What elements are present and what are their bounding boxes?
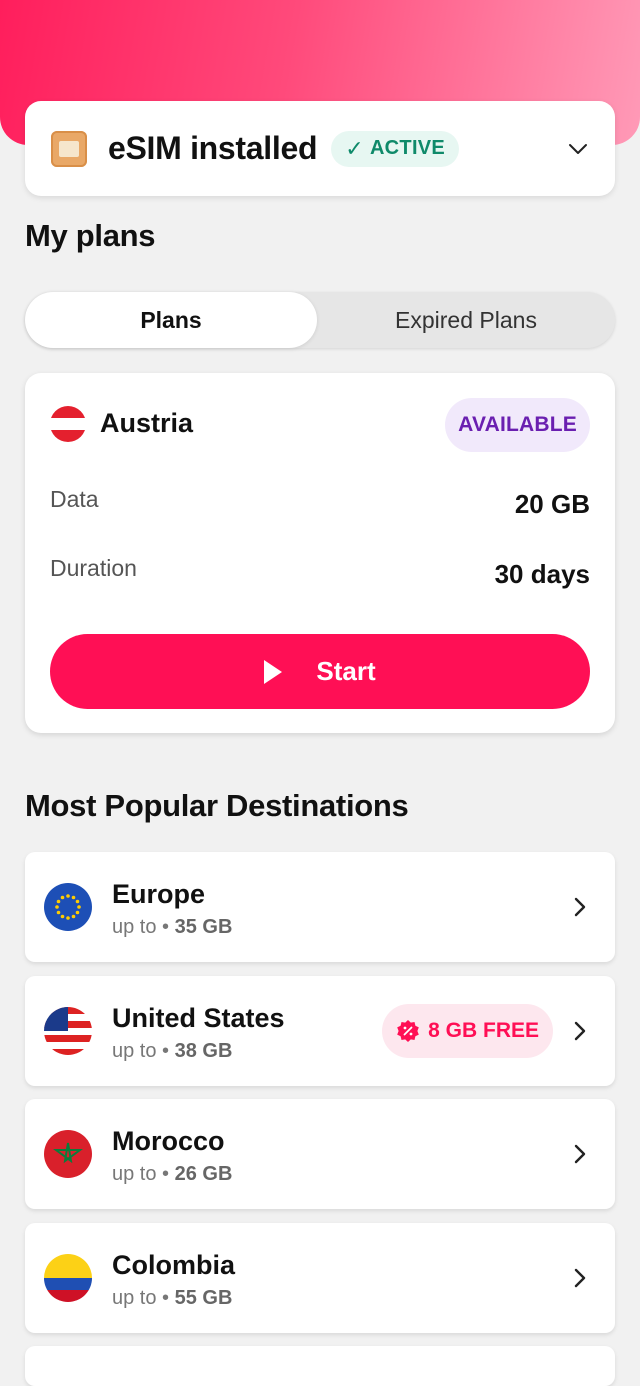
sim-chip-icon (51, 130, 87, 167)
chevron-right-icon (574, 1268, 586, 1288)
destination-data: up to • 35 GB (112, 916, 232, 939)
austria-flag-icon (50, 406, 86, 442)
destination-data-prefix: up to • (112, 1287, 170, 1309)
destination-name: Morocco (112, 1126, 225, 1156)
destination-name: Europe (112, 879, 206, 909)
destination-item-morocco[interactable]: Morocco up to • 26 GB (25, 1099, 615, 1209)
discount-tag-icon (397, 1020, 419, 1042)
eu-flag-icon (44, 883, 92, 931)
destination-item-colombia[interactable]: Colombia up to • 55 GB (25, 1223, 615, 1333)
colombia-flag-icon (44, 1254, 92, 1302)
check-icon: ✓ (345, 135, 364, 161)
tab-expired-plans[interactable]: Expired Plans (317, 292, 615, 348)
status-badge: ✓ ACTIVE (331, 130, 460, 167)
my-plans-title: My plans (25, 218, 156, 253)
chevron-right-icon (574, 1021, 586, 1041)
duration-label: Duration (50, 555, 137, 581)
destination-data-prefix: up to • (112, 916, 170, 938)
data-label: Data (50, 486, 99, 512)
plan-country: Austria (100, 408, 194, 438)
data-value: 20 GB (514, 489, 590, 519)
morocco-flag-icon (44, 1130, 92, 1178)
destination-data-amount: 38 GB (174, 1040, 233, 1062)
chevron-right-icon (574, 1144, 586, 1164)
tab-plans[interactable]: Plans (25, 292, 317, 348)
destination-data-amount: 35 GB (174, 916, 233, 938)
plans-tab-switcher: Plans Expired Plans (25, 292, 615, 348)
destination-data-amount: 55 GB (174, 1287, 233, 1309)
destination-data-prefix: up to • (112, 1163, 170, 1185)
chevron-right-icon (574, 897, 586, 917)
esim-title: eSIM installed (108, 130, 318, 166)
destination-item-united-states[interactable]: United States up to • 38 GB 8 GB FREE (25, 976, 615, 1086)
esim-status-card[interactable]: eSIM installed ✓ ACTIVE (25, 101, 615, 196)
destination-data: up to • 26 GB (112, 1163, 232, 1186)
plan-status-badge: AVAILABLE (445, 398, 590, 452)
us-flag-icon (44, 1007, 92, 1055)
play-icon (264, 659, 283, 684)
chevron-down-icon[interactable] (567, 138, 589, 160)
destination-data-prefix: up to • (112, 1040, 170, 1062)
destination-data: up to • 38 GB (112, 1040, 232, 1063)
status-badge-label: ACTIVE (369, 137, 446, 159)
destination-name: Colombia (112, 1250, 236, 1280)
duration-value: 30 days (494, 559, 590, 589)
free-data-badge: 8 GB FREE (382, 1004, 553, 1058)
destination-item-partial[interactable] (25, 1346, 615, 1386)
destination-item-europe[interactable]: Europe up to • 35 GB (25, 852, 615, 962)
free-data-badge-label: 8 GB FREE (428, 1019, 539, 1042)
popular-destinations-title: Most Popular Destinations (25, 788, 409, 823)
destination-name: United States (112, 1003, 285, 1033)
start-button-label: Start (316, 656, 376, 686)
plan-card: Austria AVAILABLE Data 20 GB Duration 30… (25, 373, 615, 733)
destination-data: up to • 55 GB (112, 1287, 232, 1310)
start-button[interactable]: Start (50, 634, 590, 709)
destination-data-amount: 26 GB (174, 1163, 233, 1185)
